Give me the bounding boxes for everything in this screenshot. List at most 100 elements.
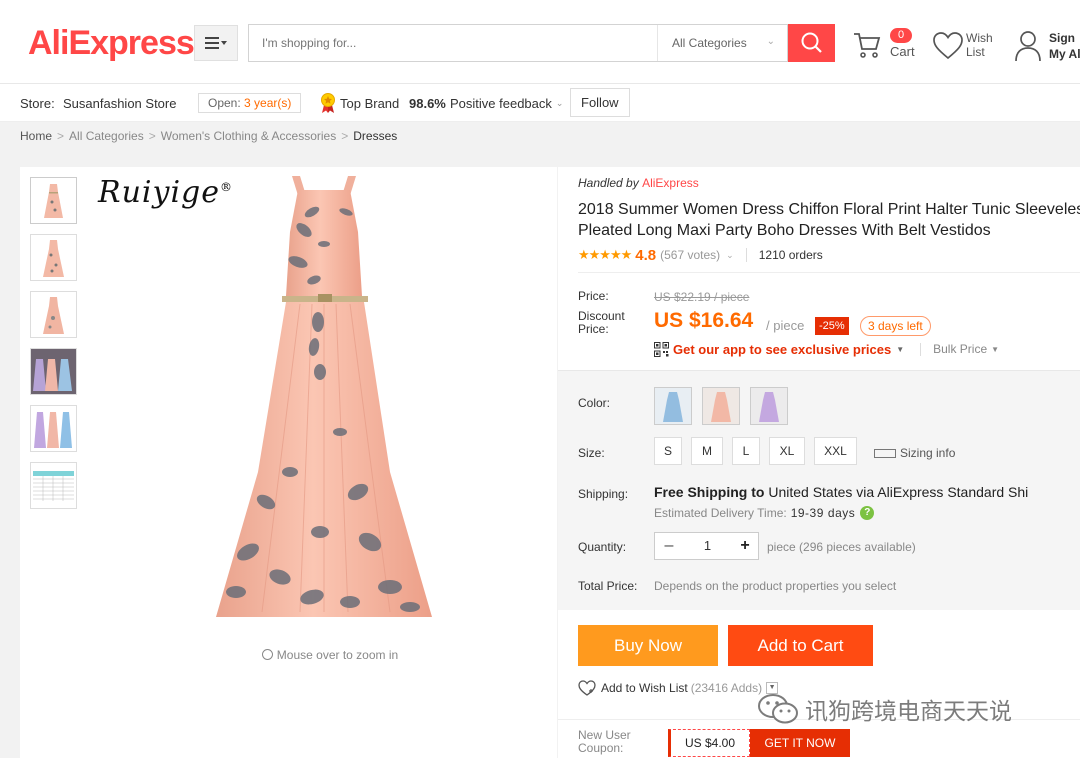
- aliexpress-logo[interactable]: AliExpress™: [28, 24, 203, 63]
- wish-list-link[interactable]: Wish List: [933, 28, 1003, 64]
- divider: [920, 342, 922, 356]
- orders-count: 1210 orders: [758, 248, 823, 262]
- coupon-value: US $4.00: [668, 729, 750, 757]
- breadcrumb-separator: >: [57, 129, 65, 143]
- shipping-label: Shipping:: [578, 487, 629, 501]
- breadcrumb-home[interactable]: Home: [20, 129, 52, 143]
- size-label: Size:: [578, 446, 605, 460]
- dress-thumbnail-image: [31, 292, 76, 337]
- search-category-select[interactable]: All Categories ⌄: [657, 25, 787, 61]
- wish-list-label: Wish List: [966, 31, 1000, 59]
- thumbnail-5[interactable]: [30, 405, 77, 452]
- zoom-hint: Mouse over to zoom in: [20, 648, 640, 662]
- top-brand-badge: Top Brand: [320, 84, 399, 122]
- bulk-price-link[interactable]: Bulk Price: [933, 342, 987, 356]
- size-option-xxl[interactable]: XXL: [814, 437, 857, 465]
- color-swatch-purple[interactable]: [750, 387, 788, 425]
- cart-icon: [854, 33, 881, 58]
- feedback-percent: 98.6%: [409, 95, 446, 111]
- handled-by: Handled by AliExpress: [578, 176, 699, 190]
- color-swatch-pink[interactable]: [702, 387, 740, 425]
- thumbnail-3[interactable]: [30, 291, 77, 338]
- app-promo-row: Get our app to see exclusive prices ▼ Bu…: [654, 340, 999, 358]
- app-promo-link[interactable]: Get our app to see exclusive prices: [673, 342, 891, 357]
- search-button[interactable]: [788, 24, 835, 62]
- sign-label-line2: My Al: [1049, 47, 1080, 61]
- quantity-decrease-button[interactable]: –: [655, 533, 683, 559]
- search-input[interactable]: [249, 25, 657, 61]
- chevron-down-icon[interactable]: ⌄: [726, 250, 734, 261]
- chevron-down-icon: ⌄: [766, 36, 775, 47]
- wechat-icon: [758, 694, 798, 724]
- color-swatch-blue[interactable]: [654, 387, 692, 425]
- total-price-value: Depends on the product properties you se…: [654, 579, 897, 593]
- thumbnail-1[interactable]: [30, 177, 77, 224]
- thumbnail-4[interactable]: [30, 348, 77, 395]
- breadcrumb-all-categories[interactable]: All Categories: [69, 129, 144, 143]
- price-label: Price:: [578, 289, 609, 303]
- add-to-cart-button[interactable]: Add to Cart: [728, 625, 873, 666]
- breadcrumb-separator: >: [148, 129, 156, 143]
- rating-value: 4.8: [635, 246, 657, 264]
- shipping-method-text: United States via AliExpress Standard Sh…: [768, 484, 1029, 500]
- feedback-dropdown[interactable]: Positive feedback ⌄: [450, 84, 563, 122]
- cart-link[interactable]: 0 Cart: [852, 28, 922, 64]
- sizing-info-link[interactable]: Sizing info: [874, 446, 955, 460]
- product-options: Color: Size: S M L XL XXL Sizing info Sh…: [558, 370, 1080, 610]
- product-main-image[interactable]: [200, 172, 440, 632]
- thumbnail-2[interactable]: [30, 234, 77, 281]
- add-to-wish-list[interactable]: Add to Wish List (23416 Adds) ▼: [578, 679, 779, 697]
- hamburger-icon: [205, 37, 227, 49]
- heart-plus-icon: [578, 680, 596, 696]
- store-name-link[interactable]: Susanfashion Store: [63, 84, 176, 122]
- search-icon: [801, 32, 822, 53]
- open-years: 3 year(s): [244, 96, 292, 110]
- sign-label-line1: Sign: [1049, 31, 1075, 45]
- quantity-available: piece (296 pieces available): [767, 540, 916, 554]
- feedback-label: Positive feedback: [450, 95, 552, 111]
- caret-down-icon[interactable]: ▼: [896, 345, 904, 354]
- zoom-hint-text: Mouse over to zoom in: [276, 648, 399, 662]
- breadcrumb-womens-clothing[interactable]: Women's Clothing & Accessories: [161, 129, 336, 143]
- wish-label-line2: List: [966, 45, 985, 59]
- shipping-info[interactable]: Free Shipping to United States via AliEx…: [654, 484, 1028, 500]
- question-icon[interactable]: ?: [860, 506, 875, 520]
- product-title-line2: Pleated Long Maxi Party Boho Dresses Wit…: [578, 222, 991, 239]
- search-category-label: All Categories: [672, 36, 747, 50]
- rating-row: ★★★★★ 4.8 (567 votes) ⌄ 1210 orders: [578, 245, 823, 265]
- caret-down-icon[interactable]: ▼: [991, 345, 999, 354]
- store-label: Store:: [20, 95, 55, 111]
- colors-thumbnail-image: [31, 406, 76, 451]
- size-option-s[interactable]: S: [654, 437, 682, 465]
- divider: [745, 248, 747, 262]
- cart-count-badge: 0: [890, 28, 912, 43]
- thumbnail-6[interactable]: [30, 462, 77, 509]
- color-swatch-image: [703, 388, 739, 424]
- days-left-badge: 3 days left: [860, 316, 931, 336]
- size-option-xl[interactable]: XL: [769, 437, 805, 465]
- account-link[interactable]: Sign My Al: [1014, 28, 1080, 64]
- size-option-l[interactable]: L: [732, 437, 760, 465]
- logo-ali-text: Ali: [28, 24, 69, 62]
- color-swatch-image: [655, 388, 691, 424]
- quantity-increase-button[interactable]: +: [732, 533, 758, 559]
- votes-link[interactable]: (567 votes): [660, 248, 720, 262]
- top-header: AliExpress™ All Categories ⌄ 0 Cart: [0, 0, 1080, 84]
- quantity-input[interactable]: 1: [683, 533, 732, 559]
- dress-thumbnail-image: [31, 178, 76, 223]
- wechat-watermark: 讯狗跨境电商天天说: [757, 692, 1012, 726]
- product-gallery: Ruiyige® Mouse over to zoom in: [20, 167, 557, 758]
- buy-now-button[interactable]: Buy Now: [578, 625, 718, 666]
- get-coupon-button[interactable]: GET IT NOW: [750, 729, 850, 757]
- size-option-m[interactable]: M: [691, 437, 723, 465]
- handled-by-label: Handled by: [578, 176, 639, 190]
- sign-in-label: Sign My Al: [1049, 30, 1080, 62]
- breadcrumb: Home > All Categories > Women's Clothing & A…: [20, 129, 397, 143]
- follow-button[interactable]: Follow: [570, 88, 630, 117]
- delivery-days: 19-39: [790, 506, 824, 520]
- category-menu-button[interactable]: [194, 25, 238, 61]
- product-title-line1: 2018 Summer Women Dress Chiffon Floral P…: [578, 201, 1080, 218]
- store-bar: Store: Susanfashion Store Open: 3 year(s…: [0, 84, 1080, 122]
- price-unit: / piece: [766, 318, 805, 333]
- breadcrumb-dresses[interactable]: Dresses: [353, 129, 397, 143]
